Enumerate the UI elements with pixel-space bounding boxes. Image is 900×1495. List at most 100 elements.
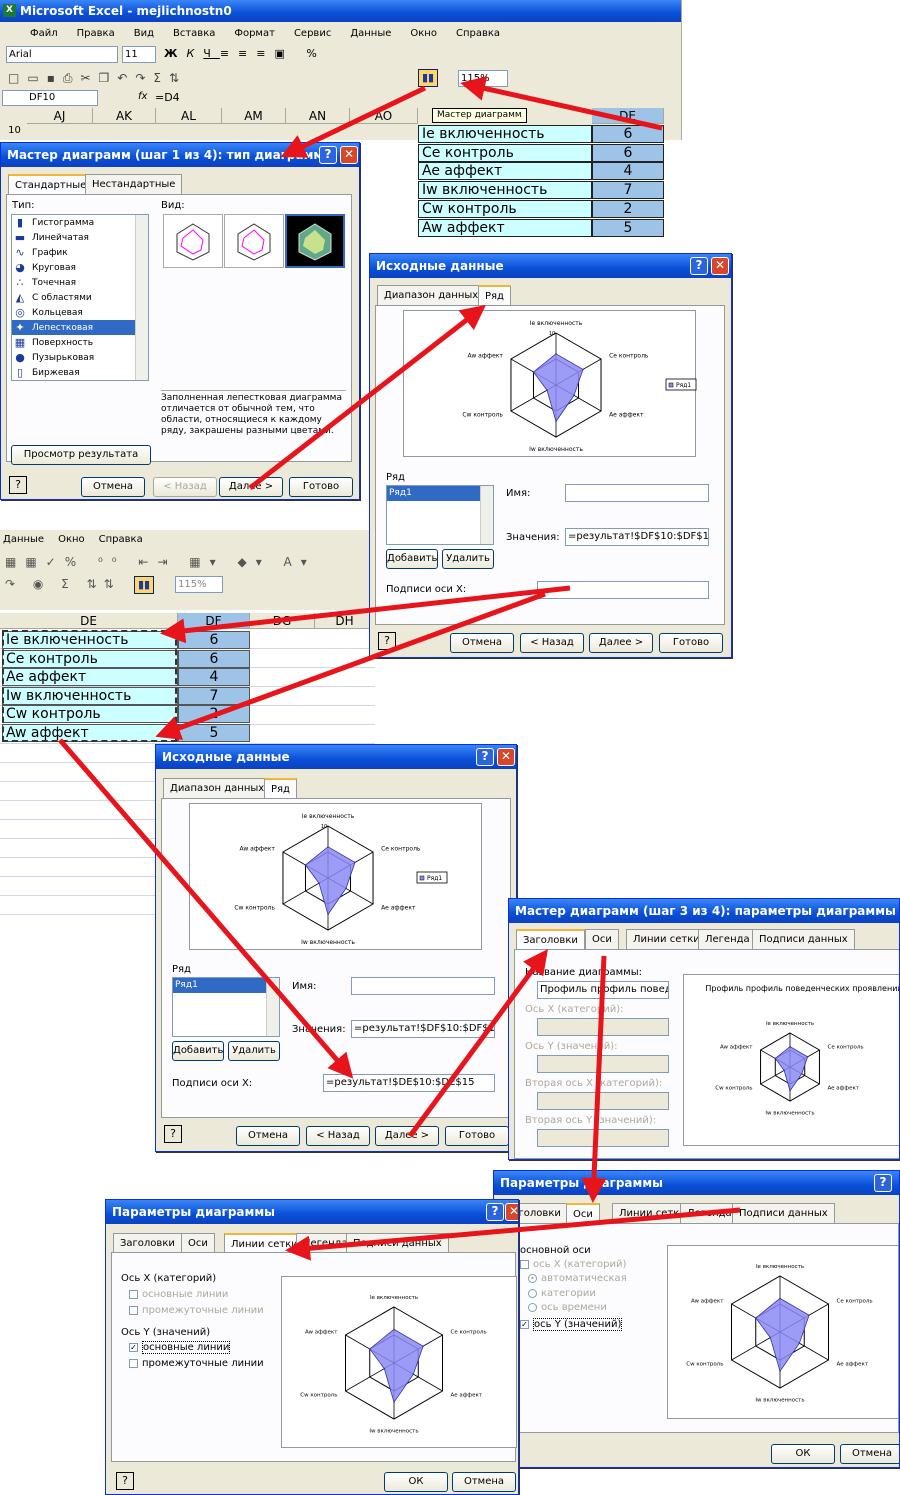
col-ak[interactable]: AK [93,108,156,124]
chart-type-item[interactable]: ∴ Точечная [12,275,148,290]
toolbar2b-icons[interactable]: ↷ ◉ Σ ⇅⇅ [5,577,121,591]
source2-series-item[interactable]: Ряд1 [173,978,279,993]
source1-help-icon[interactable]: ? [690,257,708,275]
params-axes-help-icon[interactable]: ? [874,1174,892,1192]
x-minor-checkbox[interactable] [129,1305,138,1315]
tab-wizard3-4[interactable]: Подписи данных [752,929,855,949]
col-an[interactable]: AN [286,108,350,124]
params-grid-help-button[interactable]: ? [116,1472,134,1490]
x-major-checkbox[interactable] [129,1289,138,1299]
bottom-row-label[interactable]: Cw контроль [2,705,178,723]
chart-type-item[interactable]: ◎ Кольцевая [12,305,148,320]
source1-series-item[interactable]: Ряд1 [387,486,493,501]
axis-option[interactable]: ✓ ось Y (значений) [520,1318,623,1331]
close-icon[interactable]: ✕ [340,146,358,164]
cut-icon[interactable]: ✂ [80,71,98,85]
wizard3-field-input[interactable] [537,1129,669,1147]
source2-close-icon[interactable]: ✕ [497,748,515,766]
tab-params_axes-3[interactable]: Легенда [680,1203,739,1223]
top-row-label[interactable]: Ie включенность [418,125,592,143]
source1-xlabels-field[interactable] [537,581,709,599]
chart-type-item[interactable]: ∿ График [12,245,148,260]
menu2-window[interactable]: Окно [58,534,85,545]
axis-radio[interactable]: • [528,1273,537,1283]
source1-series-scrollbar[interactable] [480,486,493,544]
underline-button[interactable]: Ч [203,47,220,60]
col-aj[interactable]: AJ [27,108,93,124]
tab-params_grid-0[interactable]: Заголовки [113,1233,182,1253]
source1-name-field[interactable] [565,484,709,502]
font-size-select[interactable]: 11 [122,46,156,63]
source2-add-button[interactable]: Добавить [172,1041,224,1061]
wizard1-help-icon[interactable]: ? [9,476,27,494]
menu-view[interactable]: Вид [134,28,154,39]
wizard3-field-input[interactable] [537,1018,669,1036]
source2-tab-series[interactable]: Ряд [264,778,297,800]
top-row-value[interactable]: 2 [592,199,664,218]
top-row-label[interactable]: Ae аффект [418,162,592,181]
axis-checkbox[interactable] [520,1259,529,1269]
bottom-row-value[interactable]: 2 [178,705,250,723]
menu-data[interactable]: Данные [350,28,391,39]
params-grid-x-major[interactable]: основные линии [129,1289,228,1300]
params-grid-y-major[interactable]: ✓ основные линии [129,1341,231,1354]
col2-dg[interactable]: DG [250,613,315,629]
source2-xlabels-field[interactable]: =результат!$DE$10:$DE$15 [323,1074,495,1092]
params-grid-cancel-button[interactable]: Отмена [452,1472,516,1492]
top-row-value[interactable]: 6 [592,143,664,162]
source2-next-button[interactable]: Далее > [375,1126,439,1146]
bottom-row-value[interactable]: 6 [178,649,250,668]
top-row-label[interactable]: Aw аффект [418,218,592,237]
axis-radio[interactable] [528,1302,537,1312]
top-row-label[interactable]: Ce контроль [418,143,592,162]
tab-nonstandard[interactable]: Нестандартные [85,174,183,194]
menu-edit[interactable]: Правка [77,28,115,39]
y-major-checkbox[interactable]: ✓ [129,1342,138,1352]
font-name-select[interactable]: Arial [6,46,118,63]
help-icon[interactable]: ? [319,146,337,164]
col-al[interactable]: AL [156,108,222,124]
menu2-data[interactable]: Данные [3,534,44,545]
tab-params_axes-4[interactable]: Подписи данных [732,1203,835,1223]
zoom-select-2[interactable]: 115% [175,576,223,593]
redo-icon[interactable]: ↷ [135,71,153,85]
col2-de[interactable]: DE [0,613,178,629]
axis-checkbox[interactable]: ✓ [520,1319,529,1329]
bold-button[interactable]: Ж [164,47,186,60]
chart-wizard-icon[interactable]: ▮▮ [418,69,438,87]
source2-values-field[interactable]: =результат!$DF$10:$DF$15 [351,1020,495,1038]
axis-option[interactable]: • автоматическая [528,1273,627,1284]
sort-icon[interactable]: ⇅ [169,71,187,85]
copy-icon[interactable]: ❐ [99,71,118,85]
source1-values-field[interactable]: =результат!$DF$10:$DF$15 [565,528,709,546]
chart-type-item[interactable]: ▦ Поверхность [12,335,148,350]
source2-help-button[interactable]: ? [164,1125,182,1143]
source2-series-list[interactable]: Ряд1 [172,977,280,1037]
chart-type-item[interactable]: ● Пузырьковая [12,350,148,365]
axis-option[interactable]: ось X (категорий) [520,1259,626,1270]
col2-dh[interactable]: DH [315,613,375,629]
zoom-select[interactable]: 115% [458,70,508,87]
top-row-label[interactable]: Iw включенность [418,181,592,200]
source1-close-icon[interactable]: ✕ [711,257,729,275]
open-icon[interactable]: ▭ [27,71,46,85]
menu-window[interactable]: Окно [410,28,437,39]
params-grid-x-minor[interactable]: промежуточные линии [129,1305,264,1316]
params-axes-ok-button[interactable]: ОК [771,1444,835,1464]
chart-wizard-icon-2[interactable]: ▮▮ [134,576,154,594]
row-number[interactable]: 10 [2,125,27,136]
source1-back-button[interactable]: < Назад [520,633,584,653]
axis-radio[interactable] [528,1288,537,1298]
axis-option[interactable]: ось времени [528,1302,607,1313]
top-row-label[interactable]: Cw контроль [418,199,592,218]
source1-series-list[interactable]: Ряд1 [386,485,494,545]
params-grid-ok-button[interactable]: ОК [384,1472,448,1492]
source1-tab-series[interactable]: Ряд [478,285,511,307]
bottom-row-label[interactable]: Iw включенность [2,686,178,705]
chart-type-item[interactable]: ◕ Круговая [12,260,148,275]
menu-file[interactable]: Файл [30,28,58,39]
bottom-row-value[interactable]: 4 [178,668,250,686]
source2-help-icon[interactable]: ? [476,748,494,766]
chart-type-list[interactable]: ▮ Гистограмма ▬ Линейчатая ∿ График ◕ Круговая ∴… [11,214,149,381]
menu2-help[interactable]: Справка [99,534,143,545]
